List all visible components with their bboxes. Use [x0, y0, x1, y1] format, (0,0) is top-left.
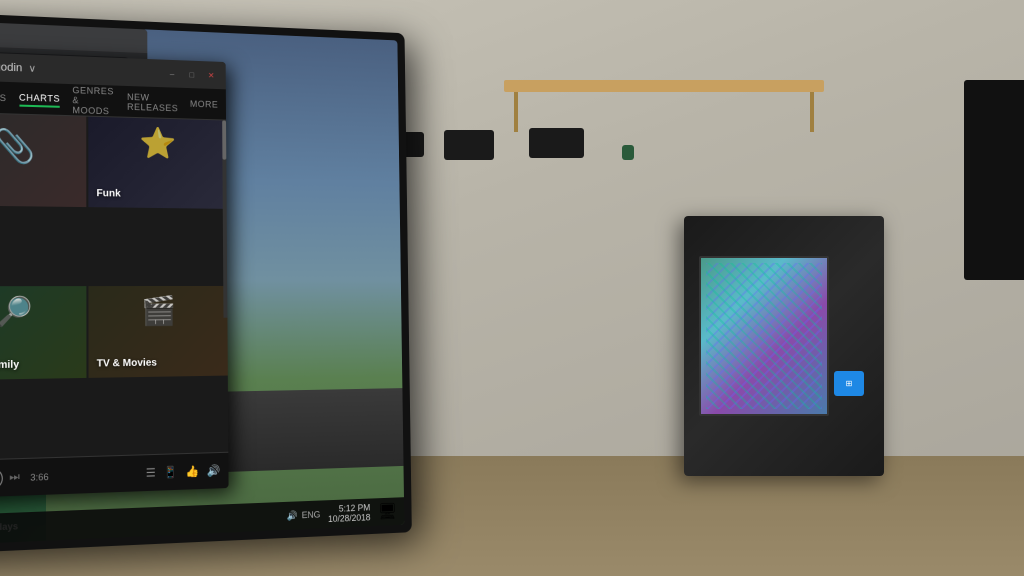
tv-label: TV & Movies — [97, 358, 157, 370]
music-app-window: 👤 guygodin ∨ – □ ✕ PODCASTS CHARTS GENRE… — [0, 51, 229, 499]
window-controls: – □ ✕ — [165, 67, 218, 83]
wall-frame — [964, 80, 1024, 280]
close-button[interactable]: ✕ — [204, 68, 218, 82]
kids-icon: 🔎 — [0, 294, 86, 329]
app-content-area: 📎 Punk ⭐ Funk 🔎 — [0, 113, 228, 461]
tv-icon: 🎬 — [88, 294, 227, 328]
thumbsup-icon[interactable]: 👍 — [185, 465, 199, 479]
chevron-down-icon: ∨ — [29, 63, 37, 74]
taskbar-system-icons: 🔊 ENG — [287, 509, 320, 521]
monitor: ◁ ▷ ☰ 🏆 ⚙ ☰ 🎸 Blues — [0, 12, 412, 554]
maximize-button[interactable]: □ — [185, 67, 199, 81]
playback-icons: ⇄ ⏮ ⏸ ⏭ 3:66 — [0, 466, 49, 490]
scrollbar-thumb[interactable] — [222, 120, 226, 159]
shelf-item-2 — [444, 130, 494, 160]
funk-star-icon: ⭐ — [88, 125, 226, 163]
kids-label: Kids & Family — [0, 359, 19, 371]
taskbar-date-value: 10/28/2018 — [328, 512, 371, 524]
play-pause-button[interactable]: ⏸ — [0, 467, 3, 489]
nav-new-releases[interactable]: NEW RELEASES — [127, 89, 178, 114]
nav-charts[interactable]: CHARTS — [19, 90, 60, 107]
next-icon[interactable]: ⏭ — [9, 471, 20, 485]
list-icon[interactable]: ☰ — [146, 466, 156, 480]
playback-time: 3:66 — [30, 471, 48, 482]
pc-logo: ⊞ — [834, 371, 864, 396]
extra-controls: ☰ 📱 👍 🔊 — [146, 464, 221, 480]
volume-icon[interactable]: 🔊 — [207, 464, 221, 478]
nav-more[interactable]: MORE — [190, 96, 218, 111]
wall-shelf — [504, 80, 824, 92]
username-label: guygodin — [0, 61, 22, 75]
minimize-button[interactable]: – — [165, 67, 179, 81]
funk-label: Funk — [96, 188, 120, 199]
monitor-screen: ◁ ▷ ☰ 🏆 ⚙ ☰ 🎸 Blues — [0, 21, 404, 546]
punk-icon: 📎 — [0, 126, 35, 166]
pc-tower: ⊞ — [684, 216, 884, 476]
funk-genre-card[interactable]: ⭐ Funk — [88, 117, 226, 209]
titlebar-user-area[interactable]: 👤 guygodin ∨ — [0, 57, 36, 78]
volume-taskbar-icon[interactable]: 🔊 — [287, 510, 298, 521]
nav-podcasts[interactable]: PODCASTS — [0, 89, 7, 105]
eng-indicator[interactable]: ENG — [302, 509, 321, 520]
kids-genre-card[interactable]: 🔎 Kids & Family — [0, 286, 86, 380]
pc-rgb-window — [699, 256, 829, 416]
screen-icon[interactable]: 🖥 — [378, 501, 397, 521]
punk-genre-card[interactable]: 📎 Punk — [0, 113, 86, 208]
tv-genre-card[interactable]: 🎬 TV & Movies — [88, 286, 227, 378]
device-icon[interactable]: 📱 — [164, 465, 178, 479]
shelf-item-3 — [529, 128, 584, 158]
genres-grid: 📎 Punk ⭐ Funk 🔎 — [0, 113, 228, 461]
shelf-item-4 — [622, 145, 634, 160]
nav-genres[interactable]: GENRES & MOODS — [72, 83, 115, 118]
taskbar-clock: 5:12 PM 10/28/2018 — [328, 502, 371, 524]
